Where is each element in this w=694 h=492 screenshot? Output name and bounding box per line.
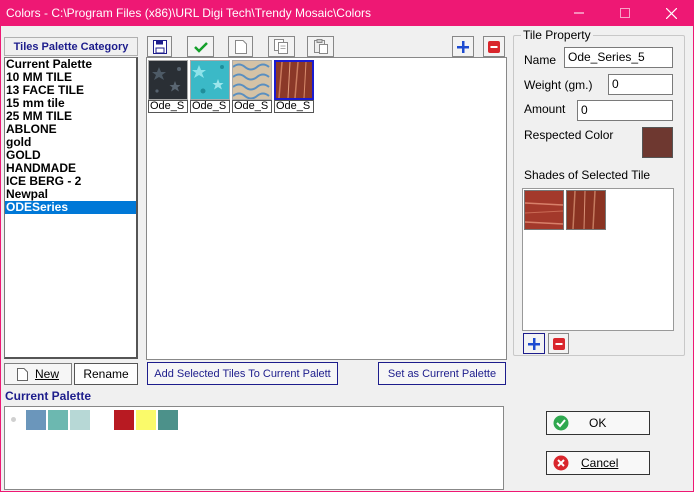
rename-category-label: Rename — [83, 367, 129, 381]
tile-swatch — [148, 60, 188, 100]
tile-item[interactable]: Ode_S — [232, 60, 272, 114]
check-circle-icon — [553, 415, 569, 431]
streak-pattern-icon — [572, 190, 596, 230]
save-button[interactable] — [147, 36, 172, 57]
respected-color-label: Respected Color — [524, 128, 614, 142]
close-icon — [665, 7, 677, 19]
cancel-label: Cancel — [581, 456, 619, 470]
minimize-button[interactable] — [556, 0, 602, 26]
current-palette-title: Current Palette — [5, 389, 92, 403]
copy-button[interactable] — [268, 36, 295, 57]
cancel-circle-icon — [553, 455, 569, 471]
add-selected-tiles-button[interactable]: Add Selected Tiles To Current Palett — [147, 362, 338, 385]
tile-item[interactable]: Ode_S — [190, 60, 230, 114]
weight-label: Weight (gm.) — [524, 78, 593, 92]
check-icon — [193, 41, 208, 53]
title-bar: Colors - C:\Program Files (x86)\URL Digi… — [0, 0, 694, 26]
star-pattern-icon — [152, 67, 181, 93]
amount-label: Amount — [524, 102, 566, 116]
maximize-button[interactable] — [602, 0, 648, 26]
new-category-label: New — [34, 367, 59, 381]
minus-icon — [488, 40, 500, 53]
minus-icon — [552, 337, 565, 350]
palette-chip[interactable] — [136, 410, 156, 430]
cancel-button[interactable]: Cancel — [546, 451, 650, 475]
category-item-selected[interactable]: ODESeries — [5, 201, 136, 214]
palette-chip[interactable] — [158, 410, 178, 430]
respected-color-swatch[interactable] — [642, 127, 673, 158]
new-page-icon — [234, 39, 247, 54]
copy-icon — [274, 39, 288, 54]
remove-tile-button[interactable] — [483, 36, 505, 57]
minimize-icon — [574, 12, 584, 14]
maximize-icon — [620, 8, 630, 18]
current-palette-area[interactable] — [4, 406, 504, 490]
wave-pattern-icon — [232, 63, 270, 100]
streak-pattern-icon — [278, 61, 307, 99]
paste-button[interactable] — [307, 36, 334, 57]
new-tile-button[interactable] — [228, 36, 253, 57]
tile-swatch — [274, 60, 314, 100]
name-field[interactable]: Ode_Series_5 — [564, 47, 673, 68]
streak-pattern-icon — [524, 202, 564, 225]
plus-icon — [457, 40, 469, 53]
weight-field[interactable]: 0 — [608, 74, 673, 95]
apply-button[interactable] — [187, 36, 214, 57]
shades-area[interactable] — [522, 188, 674, 331]
shade-swatch[interactable] — [524, 190, 564, 230]
ok-button[interactable]: OK — [546, 411, 650, 435]
palette-chip[interactable] — [70, 410, 90, 430]
tile-swatch — [190, 60, 230, 100]
category-list[interactable]: Current Palette 10 MM TILE 13 FACE TILE … — [4, 57, 138, 359]
palette-chip[interactable] — [26, 410, 46, 430]
name-label: Name — [524, 53, 557, 67]
tile-item[interactable]: Ode_S — [148, 60, 188, 114]
tile-swatch — [232, 60, 272, 100]
tile-property-legend: Tile Property — [521, 28, 593, 42]
new-category-button[interactable]: New — [4, 363, 72, 385]
rename-category-button[interactable]: Rename — [74, 363, 138, 385]
tile-item-selected[interactable]: Ode_S — [274, 60, 314, 114]
ok-label: OK — [589, 416, 607, 430]
palette-chip[interactable] — [48, 410, 68, 430]
tile-label: Ode_S — [148, 100, 188, 113]
add-tile-button[interactable] — [452, 36, 474, 57]
add-shade-button[interactable] — [523, 333, 545, 354]
window-title: Colors - C:\Program Files (x86)\URL Digi… — [6, 6, 371, 20]
star-pattern-icon — [192, 65, 224, 94]
tile-label: Ode_S — [232, 100, 272, 113]
tile-label: Ode_S — [274, 100, 314, 113]
palette-chip[interactable] — [114, 410, 134, 430]
shade-swatch[interactable] — [566, 190, 606, 230]
paste-icon — [313, 39, 328, 54]
palette-dot — [11, 417, 16, 422]
tiles-grid[interactable]: Ode_S Ode_S Ode_S Ode_S — [146, 57, 507, 360]
category-header: Tiles Palette Category — [4, 37, 138, 56]
remove-shade-button[interactable] — [548, 333, 569, 354]
save-icon — [152, 39, 167, 54]
close-button[interactable] — [648, 0, 694, 26]
new-page-icon — [16, 367, 28, 381]
shades-label: Shades of Selected Tile — [524, 168, 651, 182]
set-current-palette-button[interactable]: Set as Current Palette — [378, 362, 506, 385]
amount-field[interactable]: 0 — [577, 100, 673, 121]
dialog-body: Tiles Palette Category Current Palette 1… — [0, 26, 694, 492]
plus-icon — [528, 337, 540, 350]
tile-label: Ode_S — [190, 100, 230, 113]
